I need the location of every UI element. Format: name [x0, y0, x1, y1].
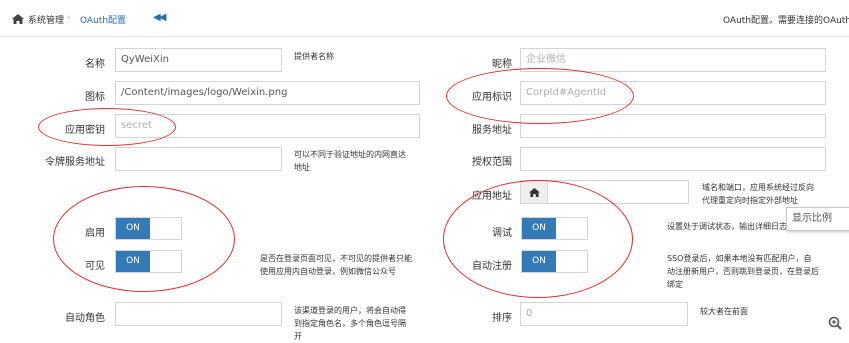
sort-label: 排序: [492, 313, 512, 324]
auto-register-hint: SSO登录后，如果本地没有匹配用户，自动注册新用户，否则跳到登录页，在登录后绑定: [667, 254, 819, 289]
enable-toggle[interactable]: ON: [115, 217, 182, 240]
app-id-label: 应用标识: [472, 92, 512, 103]
server-label: 服务地址: [472, 125, 512, 136]
logo-label: 图标: [85, 92, 105, 103]
logo-input[interactable]: /Content/images/logo/Weixin.png: [115, 81, 420, 105]
enable-label: 启用: [85, 228, 105, 239]
secret-label: 应用密钥: [65, 125, 105, 136]
debug-toggle[interactable]: ON: [521, 217, 588, 240]
collapse-sidebar-icon[interactable]: ◀◀: [153, 12, 166, 23]
home-icon: [12, 14, 24, 24]
secret-input[interactable]: secret: [115, 114, 420, 138]
app-url-input[interactable]: [548, 180, 689, 204]
app-id-input[interactable]: CorpId#AgentId: [520, 81, 826, 105]
sort-hint: 较大者在前面: [700, 307, 748, 316]
scope-label: 授权范围: [472, 157, 512, 168]
app-url-hint: 域名和端口，应用系统经过反向代理重定向时指定外部地址: [702, 183, 814, 205]
server-input[interactable]: [520, 114, 826, 138]
app-url-label: 应用地址: [472, 191, 512, 202]
zoom-in-icon[interactable]: [828, 316, 842, 330]
debug-label: 调试: [492, 228, 512, 239]
breadcrumb-root[interactable]: 系统管理: [28, 13, 64, 26]
scope-input[interactable]: [520, 147, 826, 171]
auto-role-label: 自动角色: [65, 313, 105, 324]
token-url-label: 令牌服务地址: [45, 157, 105, 168]
auto-register-toggle[interactable]: ON: [521, 250, 588, 273]
breadcrumb-current: OAuth配置: [80, 16, 127, 26]
nickname-input[interactable]: 企业微信: [520, 48, 826, 72]
breadcrumb-separator-icon: ›: [67, 13, 71, 23]
top-bar: 系统管理 › OAuth配置 ◀◀ OAuth配置。需要连接的OAuth认: [0, 0, 849, 37]
zoom-tooltip: 显示比例: [786, 207, 849, 231]
visible-hint: 是否在登录页面可见，不可见的提供者只能使用应用内自动登录，例如微信公众号: [260, 254, 412, 276]
visible-toggle[interactable]: ON: [115, 250, 182, 273]
auto-register-label: 自动注册: [472, 261, 512, 272]
auto-role-hint: 该渠道登录的用户，将会自动得到指定角色名，多个角色逗号隔开: [294, 306, 406, 341]
nickname-label: 昵称: [492, 59, 512, 70]
app-url-home-addon[interactable]: [520, 180, 548, 204]
name-label: 名称: [85, 59, 105, 70]
debug-hint: 设置处于调试状态，输出详细日志: [667, 222, 787, 231]
token-url-hint: 可以不同于验证地址的内网直达地址: [294, 150, 406, 172]
name-input[interactable]: QyWeiXin: [115, 48, 282, 72]
token-url-input[interactable]: [115, 147, 282, 171]
home-icon: [529, 188, 540, 197]
visible-label: 可见: [85, 261, 105, 272]
name-hint: 提供者名称: [294, 52, 334, 61]
auto-role-input[interactable]: [115, 302, 282, 326]
sort-input[interactable]: 0: [520, 302, 688, 326]
page-notice: OAuth配置。需要连接的OAuth认: [723, 16, 849, 26]
